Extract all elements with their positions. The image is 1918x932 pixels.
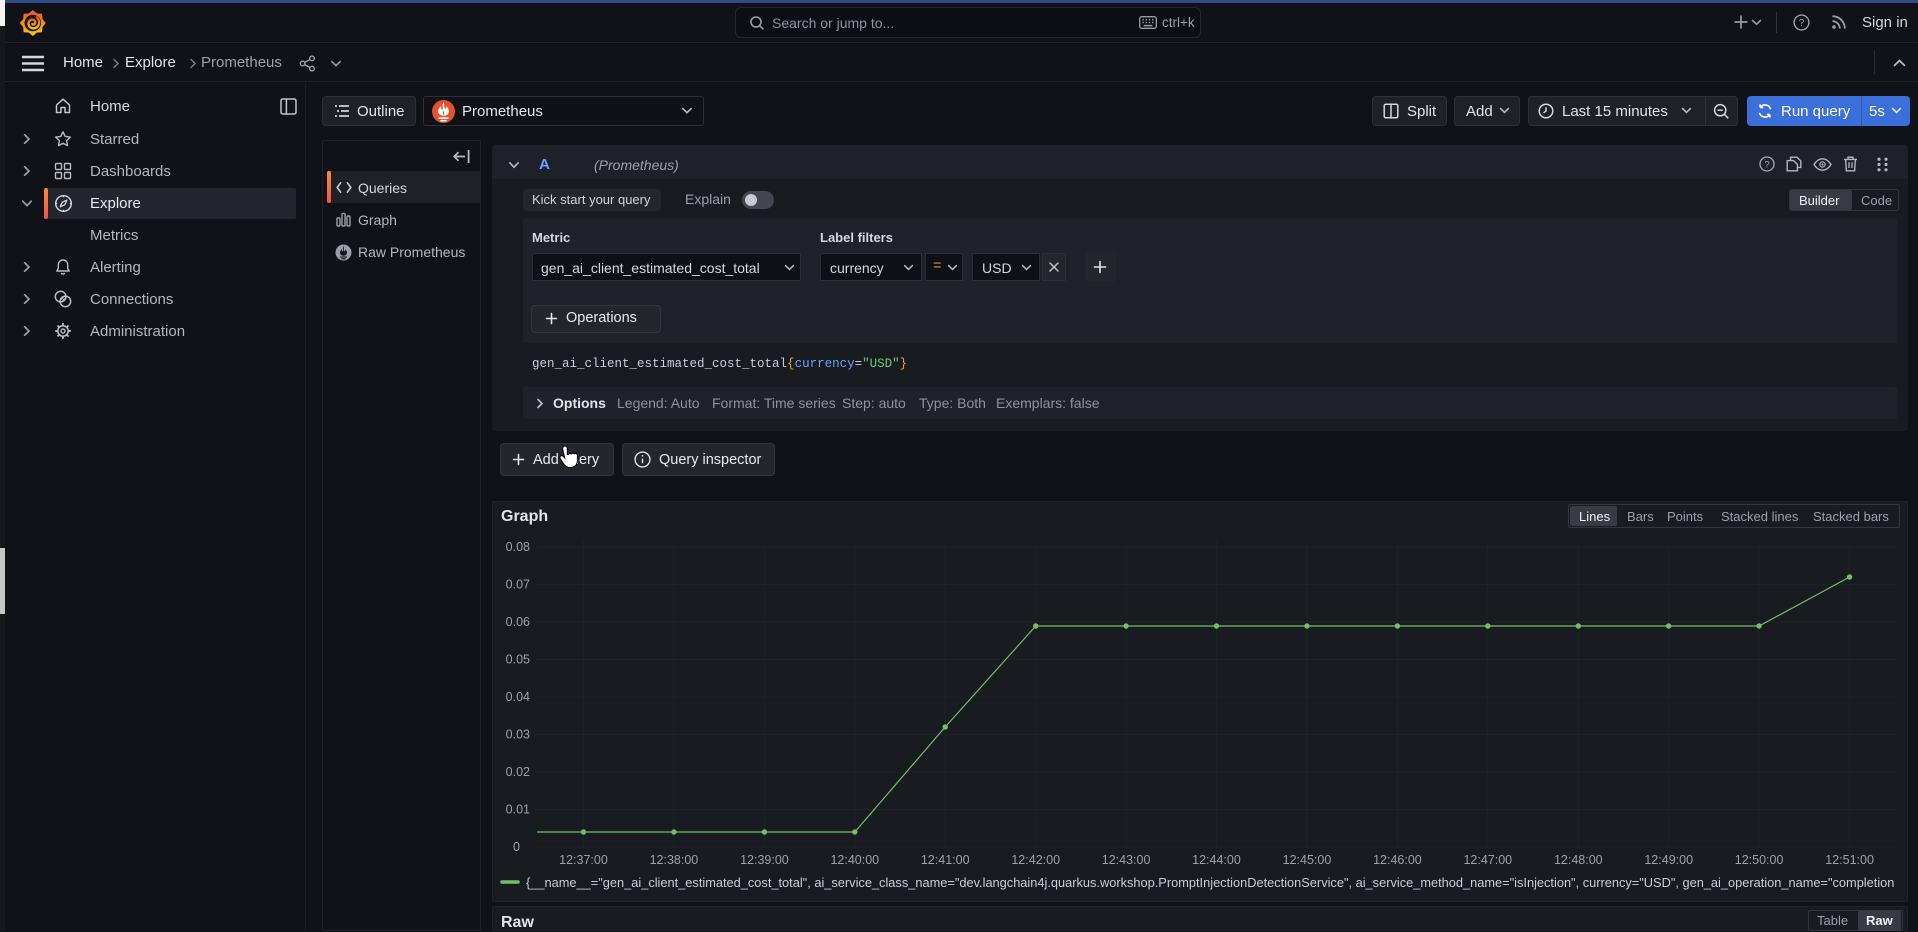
svg-text:0.05: 0.05	[506, 653, 530, 667]
svg-text:12:45:00: 12:45:00	[1283, 853, 1332, 867]
svg-text:0.03: 0.03	[506, 728, 530, 742]
svg-text:?: ?	[1799, 18, 1805, 29]
svg-text:?: ?	[1764, 159, 1769, 170]
svg-text:12:42:00: 12:42:00	[1011, 853, 1060, 867]
svg-text:0.08: 0.08	[506, 540, 530, 554]
svg-text:0.07: 0.07	[506, 578, 530, 592]
svg-text:12:37:00: 12:37:00	[559, 853, 608, 867]
svg-text:12:51:00: 12:51:00	[1825, 853, 1874, 867]
svg-text:12:49:00: 12:49:00	[1644, 853, 1693, 867]
svg-text:0.04: 0.04	[506, 690, 530, 704]
svg-text:12:41:00: 12:41:00	[921, 853, 970, 867]
svg-text:{__name__="gen_ai_client_estim: {__name__="gen_ai_client_estimated_cost_…	[526, 875, 1894, 890]
svg-text:12:48:00: 12:48:00	[1554, 853, 1603, 867]
svg-text:12:43:00: 12:43:00	[1102, 853, 1151, 867]
svg-text:12:38:00: 12:38:00	[650, 853, 699, 867]
svg-text:0.06: 0.06	[506, 615, 530, 629]
svg-text:12:46:00: 12:46:00	[1373, 853, 1422, 867]
svg-text:12:40:00: 12:40:00	[830, 853, 879, 867]
svg-text:12:50:00: 12:50:00	[1735, 853, 1784, 867]
svg-text:0.01: 0.01	[506, 803, 530, 817]
svg-text:12:39:00: 12:39:00	[740, 853, 789, 867]
svg-text:12:44:00: 12:44:00	[1192, 853, 1241, 867]
svg-text:12:47:00: 12:47:00	[1463, 853, 1512, 867]
svg-text:0: 0	[513, 840, 520, 854]
svg-text:0.02: 0.02	[506, 765, 530, 779]
